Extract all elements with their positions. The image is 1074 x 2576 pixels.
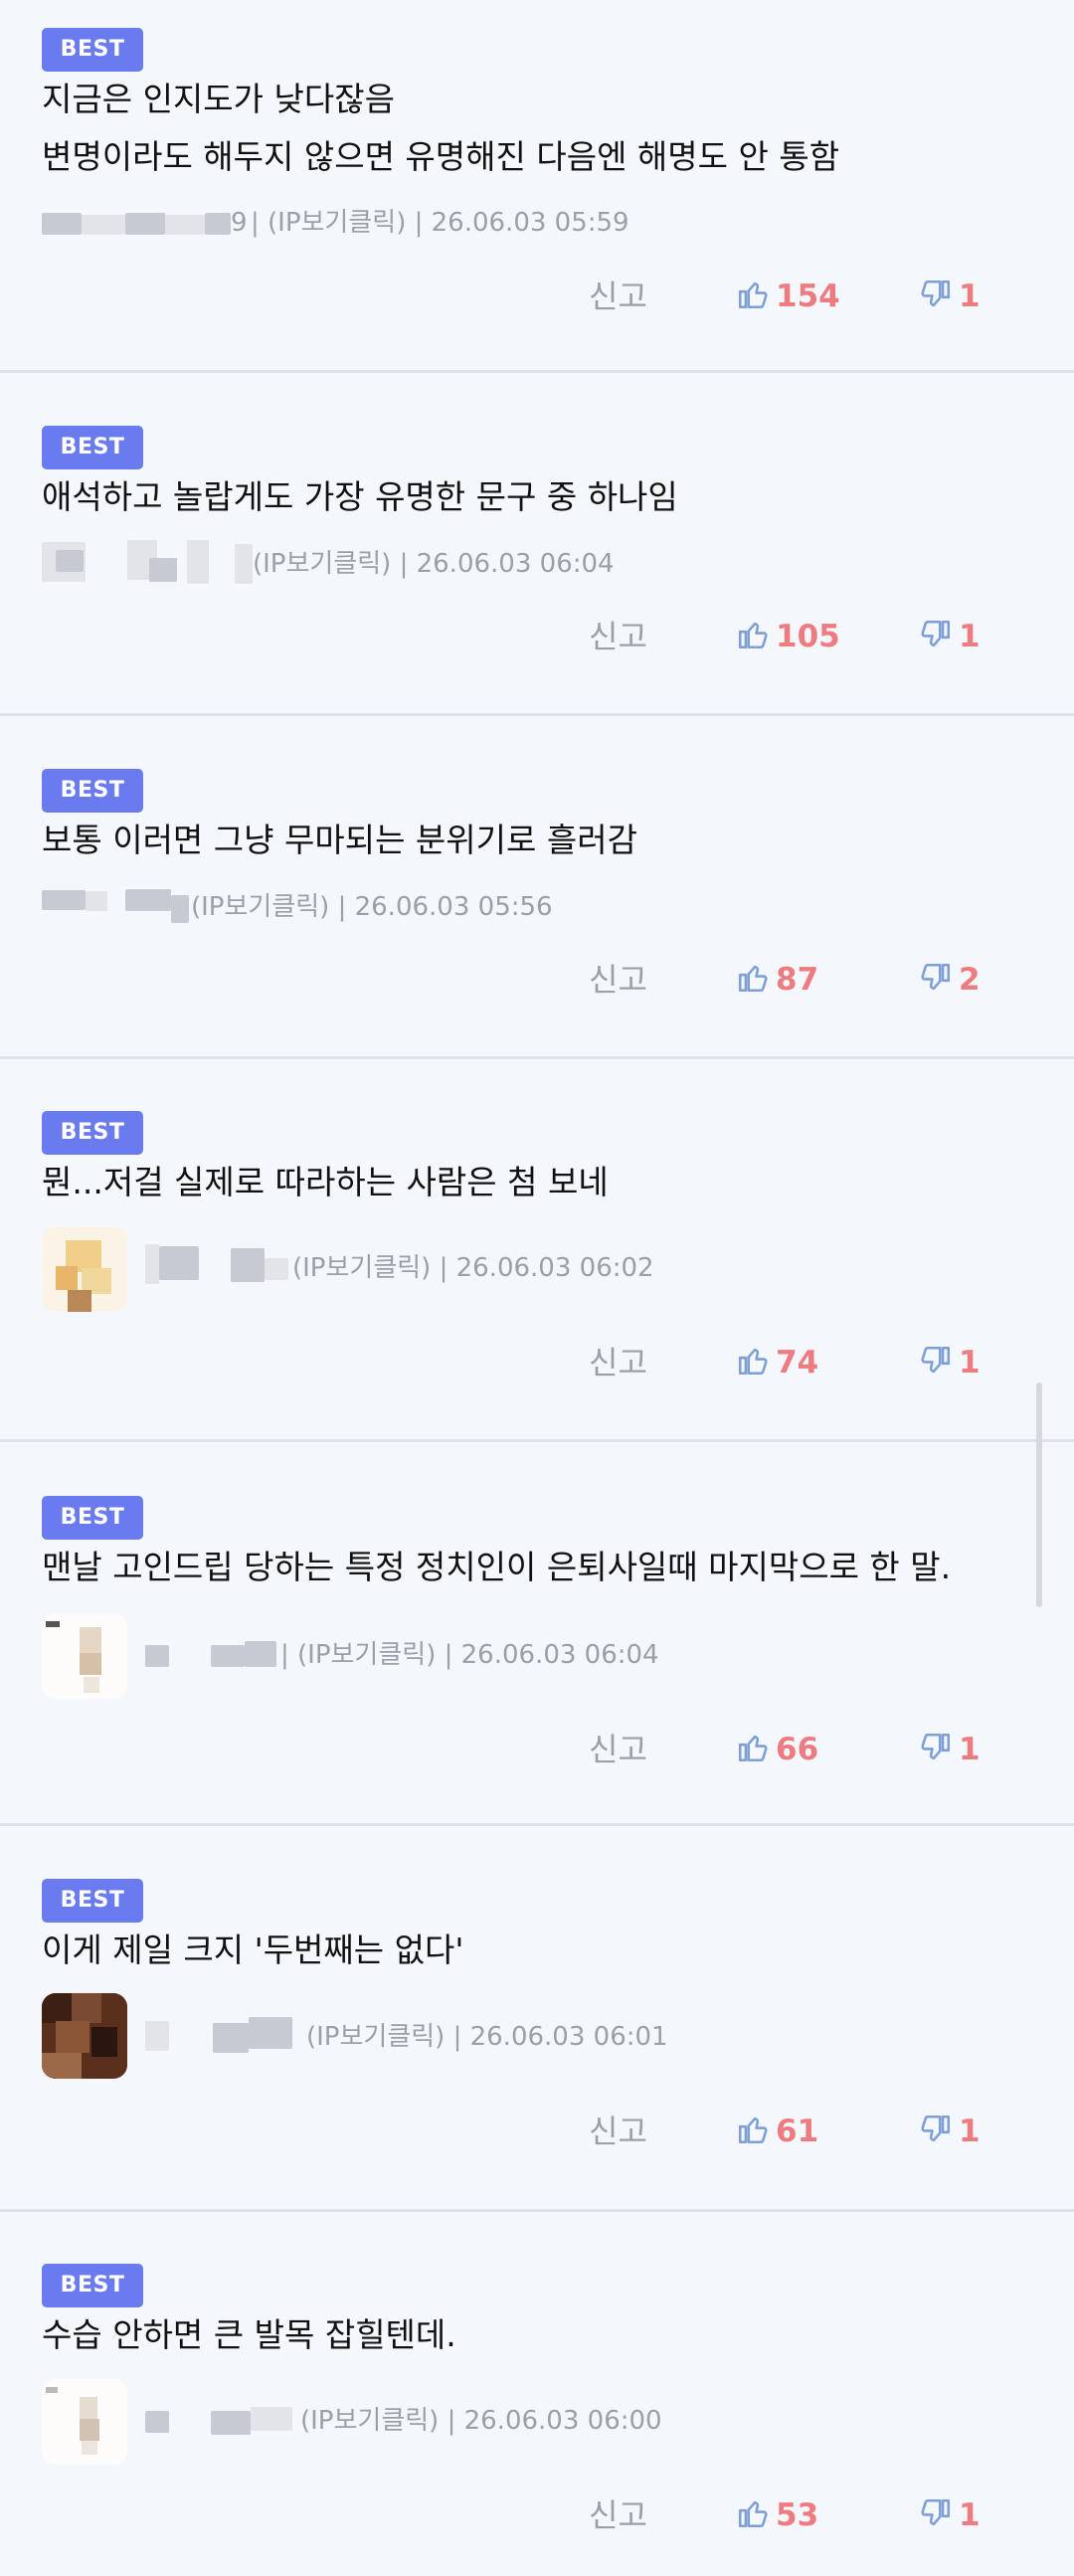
comment-item: BEST 맨날 고인드립 당하는 특정 정치인이 은퇴사일때 마지막으로 한 말… — [0, 1442, 1074, 1823]
comment-meta: (IP보기클릭) | 26.06.03 06:00 — [300, 2406, 662, 2436]
best-badge: BEST — [42, 28, 143, 72]
thumbs-down-icon — [919, 2113, 953, 2150]
avatar[interactable] — [42, 1993, 127, 2079]
best-badge: BEST — [42, 769, 143, 813]
comment-text-line: 뭔...저걸 실제로 따라하는 사람은 첨 보네 — [42, 1163, 609, 1201]
comment-text-line: 애석하고 놀랍게도 가장 유명한 문구 중 하나임 — [42, 477, 678, 516]
report-button[interactable]: 신고 — [589, 2495, 647, 2535]
comment-item: BEST 보통 이러면 그냥 무마되는 분위기로 흘러감 (IP보기클릭) | … — [0, 716, 1074, 1056]
report-button[interactable]: 신고 — [589, 617, 647, 656]
like-button[interactable]: 74 — [736, 1343, 818, 1382]
like-count: 87 — [776, 962, 819, 998]
dislike-count: 2 — [959, 962, 981, 998]
thumbs-down-icon — [919, 961, 953, 999]
thumbs-up-icon — [736, 1731, 770, 1768]
thumbs-down-icon — [919, 2496, 953, 2534]
comment-meta: (IP보기클릭) | 26.06.03 06:04 — [253, 549, 615, 579]
comment-item: BEST 수습 안하면 큰 발목 잡힐텐데. (IP보기클릭) | 26.06.… — [0, 2212, 1074, 2576]
best-badge: BEST — [42, 426, 143, 469]
like-count: 105 — [776, 619, 840, 654]
dislike-button[interactable]: 1 — [919, 1730, 981, 1769]
report-button[interactable]: 신고 — [589, 960, 647, 1000]
best-badge: BEST — [42, 1111, 143, 1155]
comment-text-line: 수습 안하면 큰 발목 잡힐텐데. — [42, 2315, 456, 2354]
thumbs-down-icon — [919, 1731, 953, 1768]
comment-meta: | (IP보기클릭) | 26.06.03 06:04 — [280, 1640, 659, 1670]
comment-text-line: 지금은 인지도가 낮다잖음 — [42, 80, 395, 118]
best-badge: BEST — [42, 1879, 143, 1923]
thumbs-up-icon — [736, 1344, 770, 1381]
comment-meta: (IP보기클릭) | 26.06.03 06:02 — [292, 1253, 654, 1283]
dislike-count: 1 — [959, 1345, 981, 1380]
dislike-button[interactable]: 1 — [919, 617, 981, 656]
dislike-button[interactable]: 1 — [919, 276, 981, 316]
dislike-count: 1 — [959, 278, 981, 314]
thumbs-up-icon — [736, 961, 770, 999]
comment-text-line: 맨날 고인드립 당하는 특정 정치인이 은퇴사일때 마지막으로 한 말. — [42, 1548, 952, 1586]
avatar[interactable] — [42, 2379, 127, 2465]
like-count: 154 — [776, 278, 840, 314]
like-count: 61 — [776, 2114, 819, 2149]
comment-list: BEST 지금은 인지도가 낮다잖음 변명이라도 해두지 않으면 유명해진 다음… — [0, 0, 1074, 2576]
like-button[interactable]: 61 — [736, 2112, 818, 2151]
dislike-count: 1 — [959, 2497, 981, 2533]
like-button[interactable]: 66 — [736, 1730, 818, 1769]
comment-text-line: 보통 이러면 그냥 무마되는 분위기로 흘러감 — [42, 821, 637, 859]
avatar[interactable] — [42, 1226, 127, 1312]
report-button[interactable]: 신고 — [589, 1343, 647, 1382]
comment-meta: (IP보기클릭) | 26.06.03 05:56 — [191, 892, 553, 922]
dislike-count: 1 — [959, 1732, 981, 1767]
comment-item: BEST 이게 제일 크지 '두번째는 없다' (IP보기클릭) | 26.06… — [0, 1826, 1074, 2209]
thumbs-down-icon — [919, 618, 953, 655]
report-button[interactable]: 신고 — [589, 276, 647, 316]
dislike-button[interactable]: 2 — [919, 960, 981, 1000]
dislike-count: 1 — [959, 2114, 981, 2149]
best-badge: BEST — [42, 1496, 143, 1540]
like-count: 53 — [776, 2497, 819, 2533]
like-button[interactable]: 87 — [736, 960, 818, 1000]
comment-item: BEST 뭔...저걸 실제로 따라하는 사람은 첨 보네 (IP보기클릭) |… — [0, 1059, 1074, 1439]
dislike-count: 1 — [959, 619, 981, 654]
avatar[interactable] — [42, 1613, 127, 1699]
thumbs-down-icon — [919, 277, 953, 315]
thumbs-up-icon — [736, 2496, 770, 2534]
comment-text-line: 이게 제일 크지 '두번째는 없다' — [42, 1931, 464, 1969]
comment-item: BEST 애석하고 놀랍게도 가장 유명한 문구 중 하나임 (IP보기클릭) … — [0, 373, 1074, 713]
like-button[interactable]: 53 — [736, 2495, 818, 2535]
like-button[interactable]: 105 — [736, 617, 840, 656]
dislike-button[interactable]: 1 — [919, 2112, 981, 2151]
report-button[interactable]: 신고 — [589, 2112, 647, 2151]
report-button[interactable]: 신고 — [589, 1730, 647, 1769]
like-button[interactable]: 154 — [736, 276, 840, 316]
dislike-button[interactable]: 1 — [919, 2495, 981, 2535]
best-badge: BEST — [42, 2264, 143, 2307]
comment-meta: | (IP보기클릭) | 26.06.03 05:59 — [251, 208, 629, 238]
thumbs-up-icon — [736, 618, 770, 655]
like-count: 66 — [776, 1732, 819, 1767]
thumbs-up-icon — [736, 2113, 770, 2150]
scrollbar[interactable] — [1036, 1382, 1042, 1607]
comment-text-line: 변명이라도 해두지 않으면 유명해진 다음엔 해명도 안 통함 — [42, 137, 840, 176]
comment-item: BEST 지금은 인지도가 낮다잖음 변명이라도 해두지 않으면 유명해진 다음… — [0, 0, 1074, 370]
author-name-tail: 9 — [231, 208, 248, 238]
thumbs-up-icon — [736, 277, 770, 315]
comment-meta: (IP보기클릭) | 26.06.03 06:01 — [306, 2022, 668, 2052]
dislike-button[interactable]: 1 — [919, 1343, 981, 1382]
like-count: 74 — [776, 1345, 819, 1380]
thumbs-down-icon — [919, 1344, 953, 1381]
